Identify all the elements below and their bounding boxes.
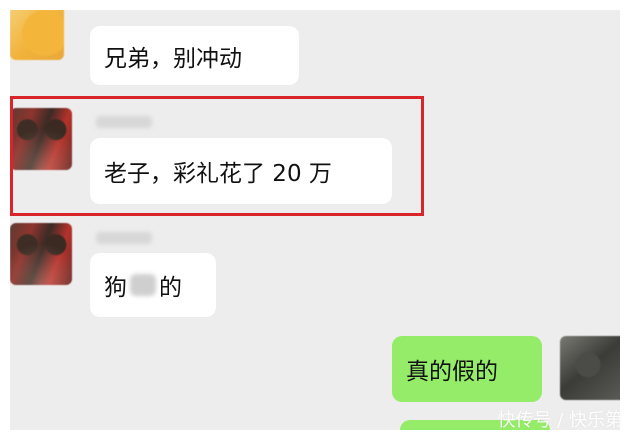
blurred-word [130,274,156,296]
yellow-avatar[interactable] [10,10,64,60]
message-text-after-blur: 的 [159,275,182,301]
watermark-text: 快传号 / 快乐第 [497,410,623,431]
chat-message-area[interactable]: 兄弟，别冲动 老子，彩礼花了 20 万 狗 的 真的假的 [10,10,620,430]
message-text: 老子，彩礼花了 20 万 [104,161,332,187]
blurred-sender-name [96,232,152,244]
message-text-before-blur: 狗 [104,275,127,301]
message-text: 真的假的 [406,359,498,385]
screenshot-canvas: 兄弟，别冲动 老子，彩礼花了 20 万 狗 的 真的假的 快传号 / 快乐第 [0,0,631,436]
red-avatar[interactable] [10,223,72,285]
dark-avatar[interactable] [560,336,620,400]
chat-bubble-incoming[interactable]: 老子，彩礼花了 20 万 [90,138,392,204]
chat-bubble-incoming[interactable]: 兄弟，别冲动 [90,26,299,85]
chat-bubble-incoming[interactable]: 狗 的 [90,253,216,317]
red-avatar[interactable] [10,108,72,170]
blurred-sender-name [96,116,152,128]
message-text: 兄弟，别冲动 [104,45,242,72]
chat-bubble-outgoing[interactable]: 真的假的 [392,336,542,402]
